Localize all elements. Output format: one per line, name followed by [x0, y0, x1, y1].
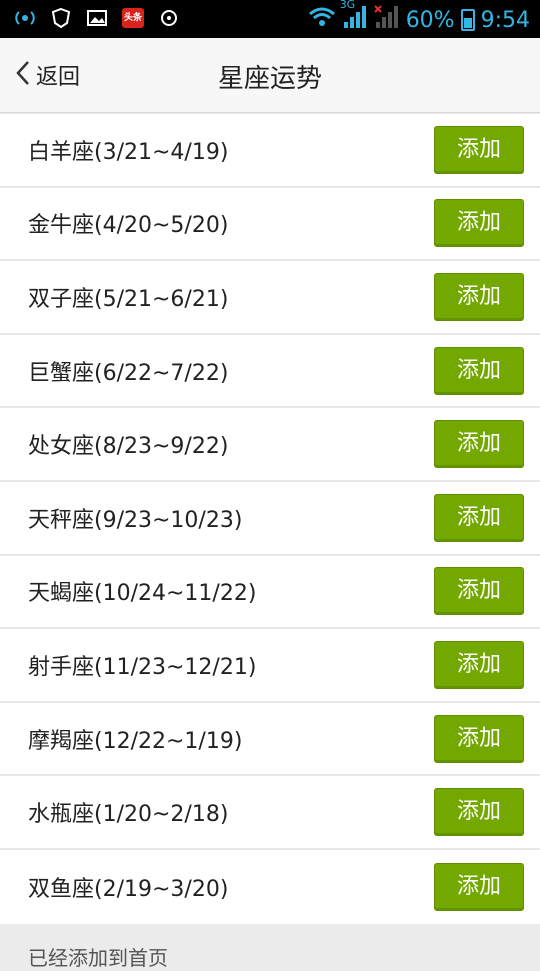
list-item: 水瓶座(1/20~2/18) 添加 — [0, 776, 540, 850]
cell-signal-icon: 3G — [340, 0, 368, 36]
no-signal-icon — [373, 4, 400, 36]
list-item: 处女座(8/23~9/22) 添加 — [0, 408, 540, 482]
add-button[interactable]: 添加 — [434, 420, 524, 469]
zodiac-label: 双鱼座(2/19~3/20) — [28, 876, 229, 902]
chevron-left-icon — [14, 58, 32, 92]
zodiac-label: 天秤座(9/23~10/23) — [28, 507, 243, 533]
add-button[interactable]: 添加 — [434, 493, 524, 542]
zodiac-label: 金牛座(4/20~5/20) — [28, 213, 229, 239]
signal-strength-icon — [14, 7, 36, 29]
wifi-icon — [308, 6, 336, 34]
add-button[interactable]: 添加 — [434, 346, 524, 395]
add-button[interactable]: 添加 — [434, 125, 524, 174]
top-nav-bar: 返回 星座运势 — [0, 38, 540, 113]
list-item: 白羊座(3/21~4/19) 添加 — [0, 114, 540, 188]
zodiac-list: 白羊座(3/21~4/19) 添加 金牛座(4/20~5/20) 添加 双子座(… — [0, 114, 540, 924]
battery-icon — [460, 9, 475, 31]
list-item: 金牛座(4/20~5/20) 添加 — [0, 188, 540, 262]
back-label: 返回 — [36, 65, 81, 90]
zodiac-label: 处女座(8/23~9/22) — [28, 434, 229, 460]
network-type-label: 3G — [339, 0, 356, 11]
section-heading: 已经添加到首页 — [28, 946, 168, 970]
zodiac-label: 白羊座(3/21~4/19) — [28, 139, 229, 165]
battery-percent: 60% — [405, 7, 455, 33]
status-bar: 头条 3G 60% 9:54 — [0, 0, 540, 38]
list-item: 摩羯座(12/22~1/19) 添加 — [0, 703, 540, 777]
shield-icon — [50, 7, 72, 29]
add-button[interactable]: 添加 — [434, 272, 524, 321]
add-button[interactable]: 添加 — [434, 640, 524, 689]
add-button[interactable]: 添加 — [434, 788, 524, 837]
add-button[interactable]: 添加 — [434, 714, 524, 763]
zodiac-label: 双子座(5/21~6/21) — [28, 286, 229, 312]
list-item: 双鱼座(2/19~3/20) 添加 — [0, 850, 540, 924]
list-item: 巨蟹座(6/22~7/22) 添加 — [0, 335, 540, 409]
add-button[interactable]: 添加 — [434, 199, 524, 248]
back-button[interactable]: 返回 — [14, 58, 80, 92]
list-item: 天蝎座(10/24~11/22) 添加 — [0, 556, 540, 630]
list-item: 双子座(5/21~6/21) 添加 — [0, 261, 540, 335]
list-item: 天秤座(9/23~10/23) 添加 — [0, 482, 540, 556]
zodiac-label: 巨蟹座(6/22~7/22) — [28, 360, 229, 386]
clock: 9:54 — [480, 7, 530, 33]
zodiac-label: 射手座(11/23~12/21) — [28, 654, 257, 680]
news-app-icon: 头条 — [122, 8, 144, 28]
sync-icon — [158, 7, 180, 29]
add-button[interactable]: 添加 — [434, 567, 524, 616]
zodiac-label: 水瓶座(1/20~2/18) — [28, 802, 229, 828]
image-icon — [86, 7, 108, 29]
list-item: 射手座(11/23~12/21) 添加 — [0, 629, 540, 703]
zodiac-label: 天蝎座(10/24~11/22) — [28, 581, 257, 607]
add-button[interactable]: 添加 — [434, 862, 524, 911]
zodiac-label: 摩羯座(12/22~1/19) — [28, 728, 243, 754]
page-title: 星座运势 — [217, 64, 322, 94]
